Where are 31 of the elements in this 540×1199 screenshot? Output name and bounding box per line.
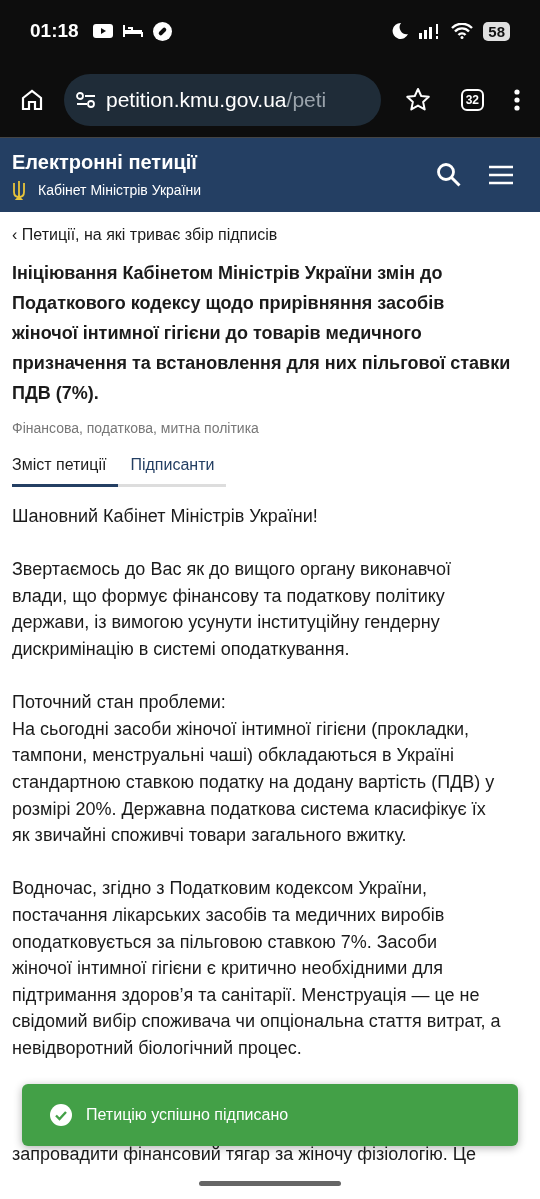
battery-level: 58 [483, 21, 510, 41]
site-title[interactable]: Електронні петиції [12, 150, 410, 174]
toast-message: Петицію успішно підписано [86, 1106, 289, 1124]
back-link[interactable]: ‹ Петиції, на які триває збір підписів [12, 226, 278, 244]
site-settings-icon[interactable] [76, 91, 96, 108]
body-paragraph: Поточний стан проблеми: На сьогодні засоби жіночої інтимної гігієни (прокладки, тампони, менструальні чаші) обкладаються в Україні стандартною ставкою податку на додану вартість (ПДВ) у розмірі 20%. Державна податкова система класифікує їх як звичайні споживчі товари загального вжитку. [12, 691, 496, 848]
petition-category: Фінансова, податкова, митна політика [12, 420, 260, 436]
menu-icon[interactable] [488, 165, 514, 185]
body-paragraph: Шановний Кабінет Міністрів України! [12, 505, 319, 528]
petition-title: Ініціювання Кабінетом Міністрів України змін до Податкового кодексу щодо прирівняння засобів жіночої інтимної гігієни до товарів медичного призначення та встановлення для них пільгової ставки ПДВ (7%). [12, 262, 512, 405]
more-icon[interactable] [514, 88, 520, 111]
video-app-icon [92, 24, 113, 38]
address-bar[interactable]: petition.kmu.gov.ua/peti [64, 73, 381, 126]
body-paragraph: Звертаємось до Вас як до вищого органу виконавчої влади, що формує фінансову та податкову політику держави, із вимогою усунути інституційну гендерну дискримінацію в системі оподаткування. [12, 558, 452, 661]
site-subtitle: Кабінет Міністрів України [38, 181, 202, 198]
tab-count-button[interactable]: 32 [460, 88, 484, 111]
body-paragraph: Водночас, згідно з Податковим кодексом України, постачання лікарських засобів та медичних виробів оподатковується за пільговою ставкою 7%. Засоби жіночої інтимної гігієни є критично необхідними для підтримання здоров’я та санітарії. Менструація — це не свідомий вибір споживача чи опціональна стаття витрат, а невідворотний біологічний процес. [12, 877, 502, 1060]
tab[interactable]: Підписанти [118, 456, 227, 487]
moon-icon [391, 22, 410, 40]
home-icon[interactable] [20, 87, 44, 112]
check-circle-icon [50, 1104, 72, 1126]
star-icon[interactable] [404, 86, 431, 113]
pill-icon [152, 21, 172, 41]
url-text: petition.kmu.gov.ua/peti [106, 87, 327, 112]
body-text-line: запровадити фінансовий тягар за жіночу фізіологію. Це [12, 1143, 477, 1167]
wifi-icon [451, 23, 474, 39]
bed-icon [122, 24, 143, 38]
search-icon[interactable] [436, 162, 462, 188]
trident-icon [12, 179, 26, 200]
status-time: 01:18 [30, 20, 79, 42]
tab[interactable]: Зміст петиції [12, 456, 119, 487]
